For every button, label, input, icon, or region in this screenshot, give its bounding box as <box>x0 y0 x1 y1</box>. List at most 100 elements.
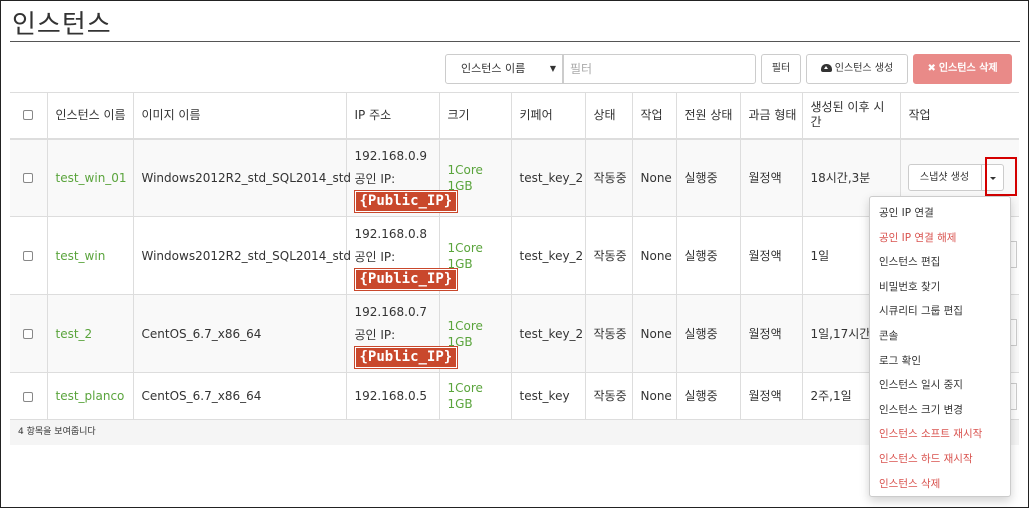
ip-address-cell: 192.168.0.7 공인 IP: {Public_IP} <box>345 294 458 373</box>
filter-field-select-value: 인스턴스 이름 <box>461 62 526 75</box>
keypair: test_key_2 <box>510 216 585 295</box>
instance-name-link[interactable]: test_win_01 <box>46 138 133 217</box>
instance-name-link[interactable]: test_win <box>46 216 133 295</box>
select-all-cell <box>10 92 47 140</box>
title-divider <box>10 41 1020 42</box>
menu-item-pause-instance[interactable]: 인스턴스 일시 중지 <box>870 373 1010 398</box>
power-state: 실행중 <box>675 216 740 295</box>
row-checkbox[interactable] <box>23 391 34 402</box>
caret-down-icon: ▼ <box>549 64 556 73</box>
ip-address-cell: 192.168.0.8 공인 IP: {Public_IP} <box>345 216 458 295</box>
billing-type: 월정액 <box>739 294 802 373</box>
row-actions-button-edge[interactable] <box>1011 241 1017 268</box>
header-age[interactable]: 생성된 이후 시간 <box>801 92 900 140</box>
filter-input[interactable] <box>563 54 756 84</box>
instance-name-link[interactable]: test_2 <box>46 294 133 373</box>
row-select-cell <box>10 294 47 373</box>
table-row: test_planco CentOS_6.7_x86_64 192.168.0.… <box>10 372 1019 420</box>
table-footer: 4 항목을 보여줍니다 <box>10 419 1019 445</box>
menu-item-retrieve-password[interactable]: 비밀번호 찾기 <box>870 275 1010 300</box>
status: 작동중 <box>584 216 632 295</box>
filter-button-label: 필터 <box>771 63 791 74</box>
task: None <box>631 138 676 217</box>
header-actions: 작업 <box>899 92 1019 140</box>
status: 작동중 <box>584 294 632 373</box>
row-select-cell <box>10 216 47 295</box>
private-ip: 192.168.0.5 <box>345 372 439 420</box>
image-name: CentOS_6.7_x86_64 <box>132 294 346 373</box>
size-cpu: 1Core <box>447 162 483 177</box>
filter-field-select[interactable]: 인스턴스 이름 ▼ <box>445 54 563 84</box>
header-size[interactable]: 크기 <box>438 92 511 140</box>
page-title: 인스턴스 <box>12 10 112 40</box>
menu-item-resize-instance[interactable]: 인스턴스 크기 변경 <box>870 398 1010 423</box>
menu-item-console[interactable]: 콘솔 <box>870 324 1010 349</box>
filter-button[interactable]: 필터 <box>761 54 801 84</box>
ip-address-cell: 192.168.0.9 공인 IP: {Public_IP} <box>345 138 458 217</box>
public-ip-label: 공인 IP: <box>354 328 396 342</box>
size-ram: 1GB <box>447 256 473 271</box>
size-ram: 1GB <box>447 397 473 411</box>
row-select-cell <box>10 372 47 420</box>
power-state: 실행중 <box>675 372 740 420</box>
menu-item-disassociate-public-ip[interactable]: 공인 IP 연결 해제 <box>870 226 1010 251</box>
row-actions-button-edge[interactable] <box>1011 319 1017 346</box>
create-instance-button[interactable]: 인스턴스 생성 <box>806 54 908 84</box>
menu-item-soft-reboot[interactable]: 인스턴스 소프트 재시작 <box>870 422 1010 447</box>
menu-item-associate-public-ip[interactable]: 공인 IP 연결 <box>870 201 1010 226</box>
menu-item-edit-instance[interactable]: 인스턴스 편집 <box>870 250 1010 275</box>
actions-dropdown-toggle[interactable] <box>981 164 1004 192</box>
size-ram: 1GB <box>447 334 473 349</box>
select-all-checkbox[interactable] <box>23 110 34 121</box>
close-icon: ✖ <box>927 63 936 74</box>
billing-type: 월정액 <box>739 138 802 217</box>
actions-dropdown-menu: 공인 IP 연결 공인 IP 연결 해제 인스턴스 편집 비밀번호 찾기 시큐리… <box>869 196 1011 497</box>
header-power-state[interactable]: 전원 상태 <box>675 92 740 140</box>
table-header-row: 인스턴스 이름 이미지 이름 IP 주소 크기 키페어 상태 작업 전원 상태 … <box>10 92 1019 140</box>
menu-item-hard-reboot[interactable]: 인스턴스 하드 재시작 <box>870 447 1010 472</box>
row-checkbox[interactable] <box>23 329 34 339</box>
power-state: 실행중 <box>675 294 740 373</box>
public-ip-label: 공인 IP: <box>354 172 396 187</box>
menu-item-delete-instance[interactable]: 인스턴스 삭제 <box>870 472 1010 497</box>
private-ip: 192.168.0.8 <box>354 227 428 241</box>
toolbar: 인스턴스 이름 ▼ 필터 인스턴스 생성 ✖인스턴스 삭제 <box>0 54 1029 84</box>
keypair: test_key <box>510 372 585 420</box>
power-state: 실행중 <box>675 138 740 217</box>
billing-type: 월정액 <box>739 216 802 295</box>
row-actions-button-edge[interactable] <box>1011 383 1017 410</box>
delete-instance-label: 인스턴스 삭제 <box>938 63 998 74</box>
header-instance-name[interactable]: 인스턴스 이름 <box>46 92 133 140</box>
public-ip-label: 공인 IP: <box>354 250 396 264</box>
header-task[interactable]: 작업 <box>631 92 676 140</box>
menu-item-view-log[interactable]: 로그 확인 <box>870 349 1010 374</box>
size-cell[interactable]: 1Core 1GB <box>438 372 511 420</box>
size-ram: 1GB <box>447 178 473 193</box>
instance-name-link[interactable]: test_planco <box>46 372 133 420</box>
row-checkbox[interactable] <box>23 251 34 261</box>
header-ip-address[interactable]: IP 주소 <box>345 92 439 140</box>
menu-item-edit-security-groups[interactable]: 시큐리티 그룹 편집 <box>870 299 1010 324</box>
header-image-name[interactable]: 이미지 이름 <box>132 92 346 140</box>
row-checkbox[interactable] <box>23 173 34 184</box>
keypair: test_key_2 <box>510 294 585 373</box>
create-snapshot-button[interactable]: 스냅샷 생성 <box>907 164 982 192</box>
header-billing-type[interactable]: 과금 형태 <box>739 92 802 140</box>
create-instance-label: 인스턴스 생성 <box>834 63 894 74</box>
size-cpu: 1Core <box>447 381 483 395</box>
row-select-cell <box>10 138 47 217</box>
task: None <box>631 294 676 373</box>
image-name: Windows2012R2_std_SQL2014_std <box>132 216 351 295</box>
status: 작동중 <box>584 138 632 217</box>
size-cpu: 1Core <box>447 240 483 255</box>
status: 작동중 <box>584 372 632 420</box>
task: None <box>631 216 676 295</box>
private-ip: 192.168.0.9 <box>354 149 428 164</box>
header-status[interactable]: 상태 <box>584 92 632 140</box>
header-keypair[interactable]: 키페어 <box>510 92 585 140</box>
delete-instance-button[interactable]: ✖ 인스턴스 삭제 <box>913 54 1012 84</box>
keypair: test_key_2 <box>510 138 585 217</box>
public-ip-badge: {Public_IP} <box>354 269 458 290</box>
table-row: test_2 CentOS_6.7_x86_64 192.168.0.7 공인 … <box>10 294 1019 373</box>
image-name: CentOS_6.7_x86_64 <box>132 372 346 420</box>
